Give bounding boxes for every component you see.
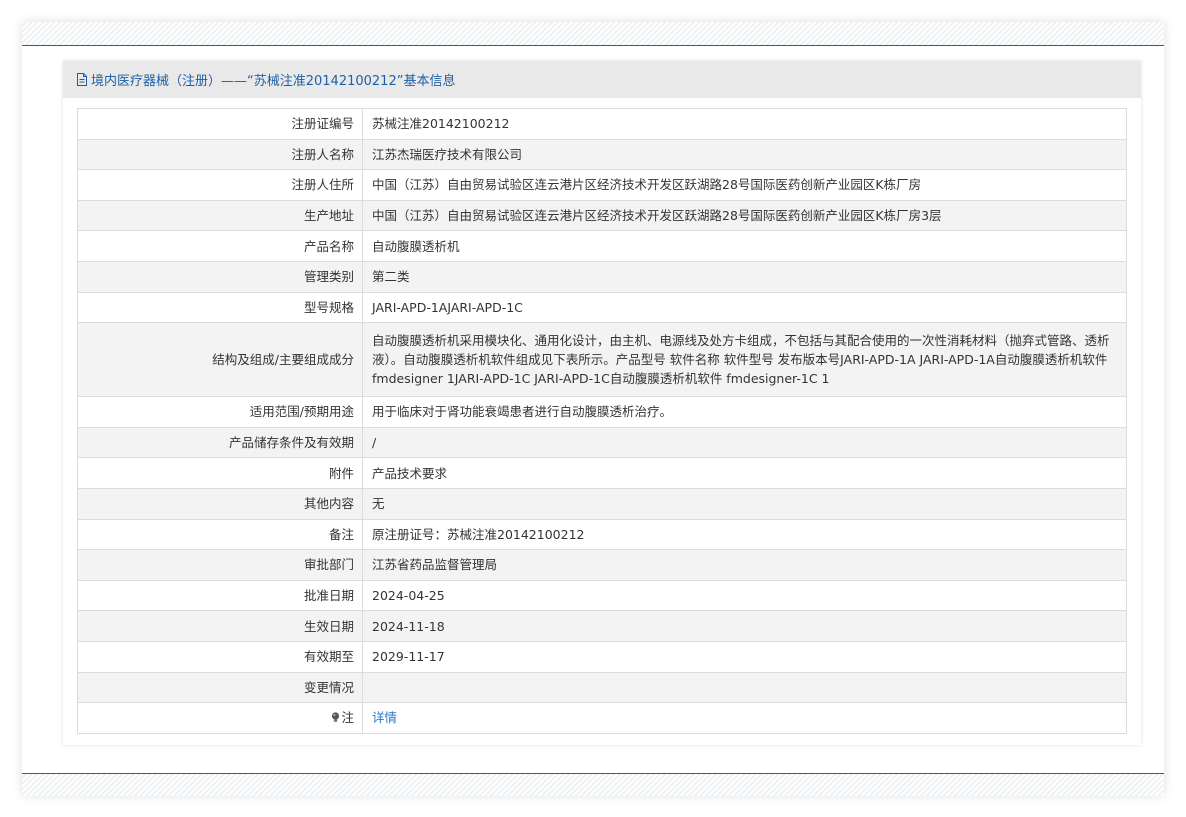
table-row: 有效期至 2029-11-17 [77,640,1127,673]
row-label: 产品储存条件及有效期 [77,426,363,459]
row-value: 产品技术要求 [362,457,1127,489]
row-label: 生产地址 [77,199,363,232]
top-decorative-stripe [22,22,1164,46]
row-value: 2024-04-25 [362,579,1127,612]
document-icon [76,73,89,86]
table-row: 生效日期 2024-11-18 [77,610,1127,642]
table-row: 注册人住所 中国（江苏）自由贸易试验区连云港片区经济技术开发区跃湖路28号国际医… [77,169,1127,201]
page-title: 境内医疗器械（注册）——“苏械注准20142100212”基本信息 [91,74,456,89]
page-frame: 境内医疗器械（注册）——“苏械注准20142100212”基本信息 注册证编号 … [22,22,1164,796]
table-row: 注册证编号 苏械注准20142100212 [77,108,1127,140]
row-label: 产品名称 [77,230,363,262]
details-link[interactable]: 详情 [372,710,397,725]
note-row: 注 详情 [77,702,1127,734]
row-label: 备注 [77,518,363,551]
row-label: 型号规格 [77,291,363,324]
detail-panel: 境内医疗器械（注册）——“苏械注准20142100212”基本信息 注册证编号 … [63,61,1141,745]
table-row: 批准日期 2024-04-25 [77,579,1127,612]
row-value: 中国（江苏）自由贸易试验区连云港片区经济技术开发区跃湖路28号国际医药创新产业园… [362,169,1127,201]
row-label: 注册人名称 [77,138,363,171]
row-value [362,671,1127,704]
row-label: 审批部门 [77,549,363,581]
row-value: 自动腹膜透析机 [362,230,1127,262]
row-value: 中国（江苏）自由贸易试验区连云港片区经济技术开发区跃湖路28号国际医药创新产业园… [362,199,1127,232]
table-row: 其他内容 无 [77,487,1127,520]
lightbulb-icon [331,709,340,728]
table-row: 附件 产品技术要求 [77,457,1127,489]
table-row: 注册人名称 江苏杰瑞医疗技术有限公司 [77,138,1127,171]
row-label: 注册人住所 [77,169,363,201]
row-value: JARI-APD-1AJARI-APD-1C [362,291,1127,324]
table-row: 备注 原注册证号：苏械注准20142100212 [77,518,1127,551]
row-value: 2029-11-17 [362,640,1127,673]
row-value: 原注册证号：苏械注准20142100212 [362,518,1127,551]
table-row: 型号规格 JARI-APD-1AJARI-APD-1C [77,291,1127,324]
row-value: 无 [362,487,1127,520]
row-value: 江苏杰瑞医疗技术有限公司 [362,138,1127,171]
panel-header: 境内医疗器械（注册）——“苏械注准20142100212”基本信息 [63,61,1141,98]
detail-table: 注册证编号 苏械注准20142100212 注册人名称 江苏杰瑞医疗技术有限公司… [77,108,1127,734]
row-value: 用于临床对于肾功能衰竭患者进行自动腹膜透析治疗。 [362,396,1127,428]
row-label: 适用范围/预期用途 [77,396,363,428]
table-row: 产品名称 自动腹膜透析机 [77,230,1127,262]
row-label: 其他内容 [77,487,363,520]
note-label: 注 [341,709,354,725]
row-value: 自动腹膜透析机采用模块化、通用化设计，由主机、电源线及处方卡组成，不包括与其配合… [362,322,1127,398]
row-label: 注册证编号 [77,108,363,140]
row-value: 江苏省药品监督管理局 [362,549,1127,581]
note-value-cell: 详情 [362,702,1127,734]
row-value: / [362,426,1127,459]
table-row: 审批部门 江苏省药品监督管理局 [77,549,1127,581]
row-label: 结构及组成/主要组成成分 [77,322,363,398]
table-row: 结构及组成/主要组成成分 自动腹膜透析机采用模块化、通用化设计，由主机、电源线及… [77,322,1127,398]
note-label-cell: 注 [77,702,363,734]
row-label: 生效日期 [77,610,363,642]
row-label: 有效期至 [77,640,363,673]
row-label: 附件 [77,457,363,489]
table-row: 适用范围/预期用途 用于临床对于肾功能衰竭患者进行自动腹膜透析治疗。 [77,396,1127,428]
table-row: 变更情况 [77,671,1127,704]
bottom-decorative-stripe [22,773,1164,796]
row-label: 管理类别 [77,260,363,293]
row-value: 2024-11-18 [362,610,1127,642]
table-row: 管理类别 第二类 [77,260,1127,293]
row-value: 苏械注准20142100212 [362,108,1127,140]
table-row: 生产地址 中国（江苏）自由贸易试验区连云港片区经济技术开发区跃湖路28号国际医药… [77,199,1127,232]
row-value: 第二类 [362,260,1127,293]
row-label: 变更情况 [77,671,363,704]
table-row: 产品储存条件及有效期 / [77,426,1127,459]
row-label: 批准日期 [77,579,363,612]
